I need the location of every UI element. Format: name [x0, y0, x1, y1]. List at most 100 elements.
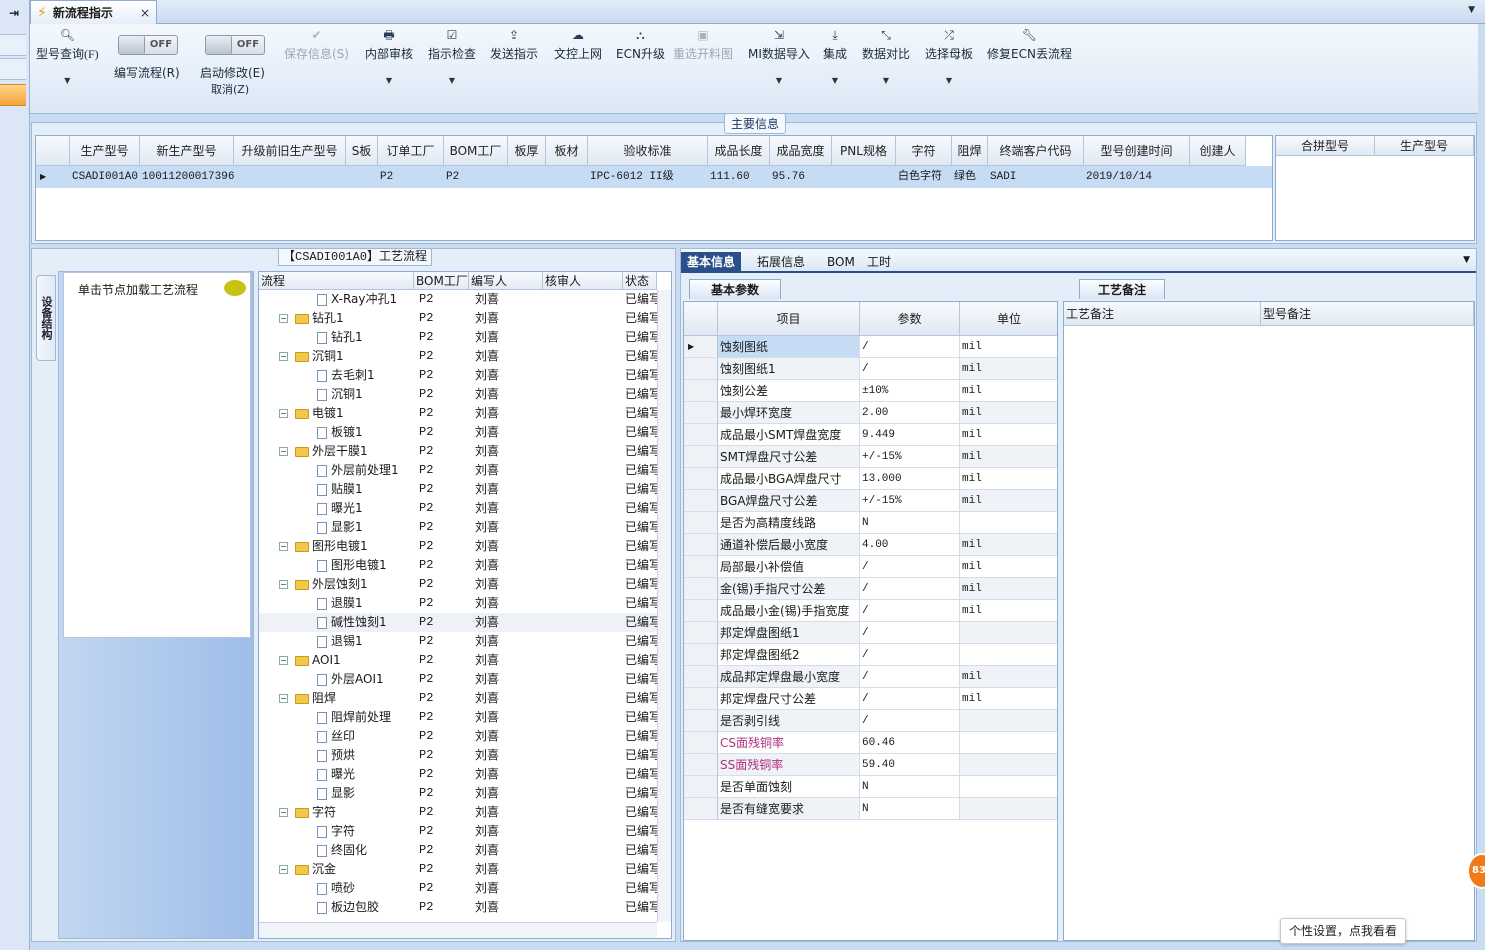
close-icon[interactable]: ×: [140, 6, 150, 20]
document-tab[interactable]: ⚡ 新流程指示 ×: [30, 0, 157, 24]
param-value[interactable]: 13.000: [860, 468, 960, 490]
data-compare-button[interactable]: ⤡ 数据对比 ▼: [862, 28, 910, 85]
collapse-icon[interactable]: −: [279, 656, 288, 665]
param-value[interactable]: +/-15%: [860, 446, 960, 468]
param-row[interactable]: 邦定焊盘尺寸公差 / mil: [684, 688, 1057, 710]
fix-ecn-button[interactable]: 🔧︎ 修复ECN丢流程: [987, 28, 1072, 62]
tree-vertical-scrollbar[interactable]: [657, 290, 671, 922]
param-value[interactable]: /: [860, 336, 960, 358]
tree-row[interactable]: 去毛刺1 P2 刘喜 已编写: [259, 366, 657, 385]
param-row[interactable]: 是否有缝宽要求 N: [684, 798, 1057, 820]
equipment-structure-tab[interactable]: 设备结构: [36, 275, 56, 361]
tree-row[interactable]: 碱性蚀刻1 P2 刘喜 已编写: [259, 613, 657, 632]
tree-row[interactable]: − 钻孔1 P2 刘喜 已编写: [259, 309, 657, 328]
param-value[interactable]: +/-15%: [860, 490, 960, 512]
param-value[interactable]: N: [860, 512, 960, 534]
select-mother-board-button[interactable]: ⤮ 选择母板 ▼: [925, 28, 973, 85]
tab-bom[interactable]: BOM: [821, 252, 861, 272]
strip-segment[interactable]: [0, 58, 26, 80]
tree-row[interactable]: 钻孔1 P2 刘喜 已编写: [259, 328, 657, 347]
param-row[interactable]: 是否剥引线 /: [684, 710, 1057, 732]
tree-row[interactable]: 阻焊前处理 P2 刘喜 已编写: [259, 708, 657, 727]
param-value[interactable]: /: [860, 578, 960, 600]
tree-row[interactable]: 沉铜1 P2 刘喜 已编写: [259, 385, 657, 404]
param-row[interactable]: 蚀刻图纸1/mil: [684, 358, 1057, 380]
strip-segment-active[interactable]: [0, 84, 26, 106]
send-instruction-button[interactable]: ⇪ 发送指示: [490, 28, 538, 62]
collapse-icon[interactable]: −: [279, 409, 288, 418]
param-row[interactable]: 蚀刻公差 ±10% mil: [684, 380, 1057, 402]
chevron-down-icon[interactable]: ▼: [428, 76, 476, 85]
tree-row[interactable]: 字符 P2 刘喜 已编写: [259, 822, 657, 841]
collapse-icon[interactable]: −: [279, 580, 288, 589]
tree-row[interactable]: − 沉金 P2 刘喜 已编写: [259, 860, 657, 879]
param-row[interactable]: 最小焊环宽度 2.00 mil: [684, 402, 1057, 424]
param-value[interactable]: N: [860, 776, 960, 798]
tree-row[interactable]: 终固化 P2 刘喜 已编写: [259, 841, 657, 860]
param-row[interactable]: CS面残铜率 60.46: [684, 732, 1057, 754]
param-row[interactable]: 金(锡)手指尺寸公差 / mil: [684, 578, 1057, 600]
tree-row[interactable]: − 外层蚀刻1 P2 刘喜 已编写: [259, 575, 657, 594]
chevron-down-icon[interactable]: ▼: [748, 76, 810, 85]
reselect-drawing-button[interactable]: ▣ 重选开料图: [673, 28, 733, 62]
chevron-down-icon[interactable]: ▼: [365, 76, 413, 85]
tree-row[interactable]: 板镀1 P2 刘喜 已编写: [259, 423, 657, 442]
tree-row[interactable]: − 沉铜1 P2 刘喜 已编写: [259, 347, 657, 366]
param-row[interactable]: 成品最小SMT焊盘宽度 9.449 mil: [684, 424, 1057, 446]
collapse-icon[interactable]: −: [279, 542, 288, 551]
tree-row[interactable]: 外层AOI1 P2 刘喜 已编写: [259, 670, 657, 689]
collapse-icon[interactable]: −: [279, 808, 288, 817]
param-value[interactable]: 9.449: [860, 424, 960, 446]
tab-extended-info[interactable]: 拓展信息: [751, 252, 811, 272]
param-row[interactable]: 邦定焊盘图纸1/: [684, 622, 1057, 644]
param-row[interactable]: 成品最小BGA焊盘尺寸 13.000 mil: [684, 468, 1057, 490]
cancel-label[interactable]: 取消(Z): [211, 81, 249, 97]
param-value[interactable]: /: [860, 710, 960, 732]
start-modify-toggle[interactable]: OFF: [205, 35, 265, 55]
tree-row[interactable]: 外层前处理1 P2 刘喜 已编写: [259, 461, 657, 480]
param-value[interactable]: 4.00: [860, 534, 960, 556]
instruction-check-button[interactable]: ☑ 指示检查 ▼: [428, 28, 476, 85]
write-flow-toggle[interactable]: OFF: [118, 35, 178, 55]
tree-row[interactable]: − 图形电镀1 P2 刘喜 已编写: [259, 537, 657, 556]
param-value[interactable]: N: [860, 798, 960, 820]
collapse-icon[interactable]: −: [279, 694, 288, 703]
tree-row[interactable]: 贴膜1 P2 刘喜 已编写: [259, 480, 657, 499]
tree-row[interactable]: 板边包胶 P2 刘喜 已编写: [259, 898, 657, 917]
tree-row[interactable]: − 阻焊 P2 刘喜 已编写: [259, 689, 657, 708]
param-value[interactable]: ±10%: [860, 380, 960, 402]
collapse-icon[interactable]: −: [279, 447, 288, 456]
chat-bubble-icon[interactable]: [224, 280, 246, 296]
tree-row[interactable]: − 字符 P2 刘喜 已编写: [259, 803, 657, 822]
tree-row[interactable]: 丝印 P2 刘喜 已编写: [259, 727, 657, 746]
param-row[interactable]: 是否为高精度线路 N: [684, 512, 1057, 534]
model-query-button[interactable]: 🔍︎ 型号查询(F) ▼: [36, 28, 99, 85]
param-row[interactable]: BGA焊盘尺寸公差 +/-15% mil: [684, 490, 1057, 512]
param-value[interactable]: /: [860, 622, 960, 644]
tree-row[interactable]: 图形电镀1 P2 刘喜 已编写: [259, 556, 657, 575]
tree-row[interactable]: 喷砂 P2 刘喜 已编写: [259, 879, 657, 898]
param-row[interactable]: 局部最小补偿值 / mil: [684, 556, 1057, 578]
mi-import-button[interactable]: ⇲ MI数据导入 ▼: [748, 28, 810, 85]
tree-row[interactable]: − AOI1 P2 刘喜 已编写: [259, 651, 657, 670]
param-value[interactable]: /: [860, 600, 960, 622]
tab-basic-params[interactable]: 基本参数: [689, 279, 781, 299]
chevron-down-icon[interactable]: ▼: [1468, 5, 1475, 15]
chevron-down-icon[interactable]: ▼: [1463, 255, 1470, 265]
doc-online-button[interactable]: ☁ 文控上网: [554, 28, 602, 62]
collapse-icon[interactable]: −: [279, 352, 288, 361]
table-row[interactable]: ▶ CSADI001A0 10011200017396 P2 P2 IPC-6012 I…: [36, 166, 1272, 188]
param-value[interactable]: 2.00: [860, 402, 960, 424]
collapse-icon[interactable]: −: [279, 865, 288, 874]
strip-segment[interactable]: [0, 34, 26, 56]
internal-review-button[interactable]: 🖶 内部审核 ▼: [365, 28, 413, 85]
tab-process-notes[interactable]: 工艺备注: [1079, 279, 1165, 299]
tree-row[interactable]: 曝光1 P2 刘喜 已编写: [259, 499, 657, 518]
tree-row[interactable]: 显影 P2 刘喜 已编写: [259, 784, 657, 803]
exit-icon[interactable]: ⇥: [4, 4, 24, 22]
tree-row[interactable]: 预烘 P2 刘喜 已编写: [259, 746, 657, 765]
tree-row[interactable]: − 外层干膜1 P2 刘喜 已编写: [259, 442, 657, 461]
tree-row[interactable]: X-Ray冲孔1 P2 刘喜 已编写: [259, 290, 657, 309]
integrate-button[interactable]: ⤓ 集成 ▼: [823, 28, 847, 85]
chevron-down-icon[interactable]: ▼: [862, 76, 910, 85]
